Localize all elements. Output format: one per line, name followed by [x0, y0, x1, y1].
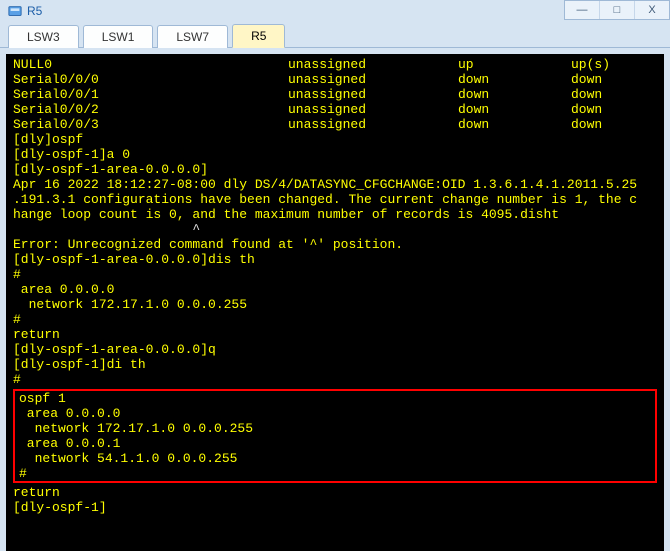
maximize-button[interactable]: □: [599, 1, 634, 19]
if-proto: down: [571, 87, 602, 102]
terminal-line: Apr 16 2022 18:12:27-08:00 dly DS/4/DATA…: [7, 177, 663, 192]
terminal-line: hange loop count is 0, and the maximum n…: [7, 207, 663, 222]
terminal-line: network 54.1.1.0 0.0.0.255: [15, 451, 655, 466]
window-title: R5: [27, 4, 42, 18]
if-proto: down: [571, 72, 602, 87]
terminal-line: Error: Unrecognized command found at '^'…: [7, 237, 663, 252]
terminal-line: [dly-ospf-1-area-0.0.0.0]: [7, 162, 663, 177]
if-name: Serial0/0/3: [13, 117, 288, 132]
tab-lsw7[interactable]: LSW7: [157, 25, 228, 48]
interface-row: NULL0 unassigned up up(s): [7, 57, 663, 72]
tab-lsw3[interactable]: LSW3: [8, 25, 79, 48]
app-window: — □ X R5 LSW3 LSW1 LSW7 R5 NULL0 unassig…: [0, 0, 670, 551]
terminal-line: ospf 1: [15, 391, 655, 406]
if-phy: down: [458, 102, 571, 117]
tab-lsw1[interactable]: LSW1: [83, 25, 154, 48]
window-controls: — □ X: [564, 0, 670, 20]
tab-r5[interactable]: R5: [232, 24, 285, 48]
if-ip: unassigned: [288, 117, 458, 132]
minimize-button[interactable]: —: [565, 1, 599, 19]
app-icon: [8, 4, 22, 18]
tab-bar: LSW3 LSW1 LSW7 R5: [0, 22, 670, 48]
close-button[interactable]: X: [634, 1, 669, 19]
if-name: Serial0/0/1: [13, 87, 288, 102]
terminal-line: return: [7, 327, 663, 342]
terminal-output[interactable]: NULL0 unassigned up up(s) Serial0/0/0 un…: [6, 54, 664, 551]
if-ip: unassigned: [288, 87, 458, 102]
if-name: Serial0/0/2: [13, 102, 288, 117]
tab-label: LSW3: [27, 30, 60, 44]
interface-row: Serial0/0/0 unassigned down down: [7, 72, 663, 87]
if-phy: down: [458, 117, 571, 132]
terminal-line: #: [7, 372, 663, 387]
terminal-line: area 0.0.0.0: [7, 282, 663, 297]
if-proto: down: [571, 117, 602, 132]
terminal-line: network 172.17.1.0 0.0.0.255: [15, 421, 655, 436]
if-name: NULL0: [13, 57, 288, 72]
if-ip: unassigned: [288, 102, 458, 117]
terminal-line: area 0.0.0.1: [15, 436, 655, 451]
if-ip: unassigned: [288, 57, 458, 72]
terminal-line: ^: [7, 222, 663, 237]
terminal-line: [dly-ospf-1-area-0.0.0.0]q: [7, 342, 663, 357]
terminal-line: #: [15, 466, 655, 481]
tab-label: LSW1: [102, 30, 135, 44]
terminal-line: [dly]ospf: [7, 132, 663, 147]
terminal-line: [dly-ospf-1-area-0.0.0.0]dis th: [7, 252, 663, 267]
terminal-line: [dly-ospf-1]: [7, 500, 663, 515]
tab-label: LSW7: [176, 30, 209, 44]
terminal-line: [dly-ospf-1]di th: [7, 357, 663, 372]
terminal-line: #: [7, 312, 663, 327]
if-phy: up: [458, 57, 571, 72]
interface-row: Serial0/0/3 unassigned down down: [7, 117, 663, 132]
tab-label: R5: [251, 29, 266, 43]
interface-row: Serial0/0/1 unassigned down down: [7, 87, 663, 102]
interface-row: Serial0/0/2 unassigned down down: [7, 102, 663, 117]
terminal-line: #: [7, 267, 663, 282]
highlight-box: ospf 1 area 0.0.0.0 network 172.17.1.0 0…: [13, 389, 657, 483]
if-proto: up(s): [571, 57, 610, 72]
terminal-line: [dly-ospf-1]a 0: [7, 147, 663, 162]
terminal-line: return: [7, 485, 663, 500]
terminal-line: area 0.0.0.0: [15, 406, 655, 421]
if-name: Serial0/0/0: [13, 72, 288, 87]
terminal-line: network 172.17.1.0 0.0.0.255: [7, 297, 663, 312]
if-phy: down: [458, 72, 571, 87]
if-ip: unassigned: [288, 72, 458, 87]
if-phy: down: [458, 87, 571, 102]
terminal-line: .191.3.1 configurations have been change…: [7, 192, 663, 207]
if-proto: down: [571, 102, 602, 117]
